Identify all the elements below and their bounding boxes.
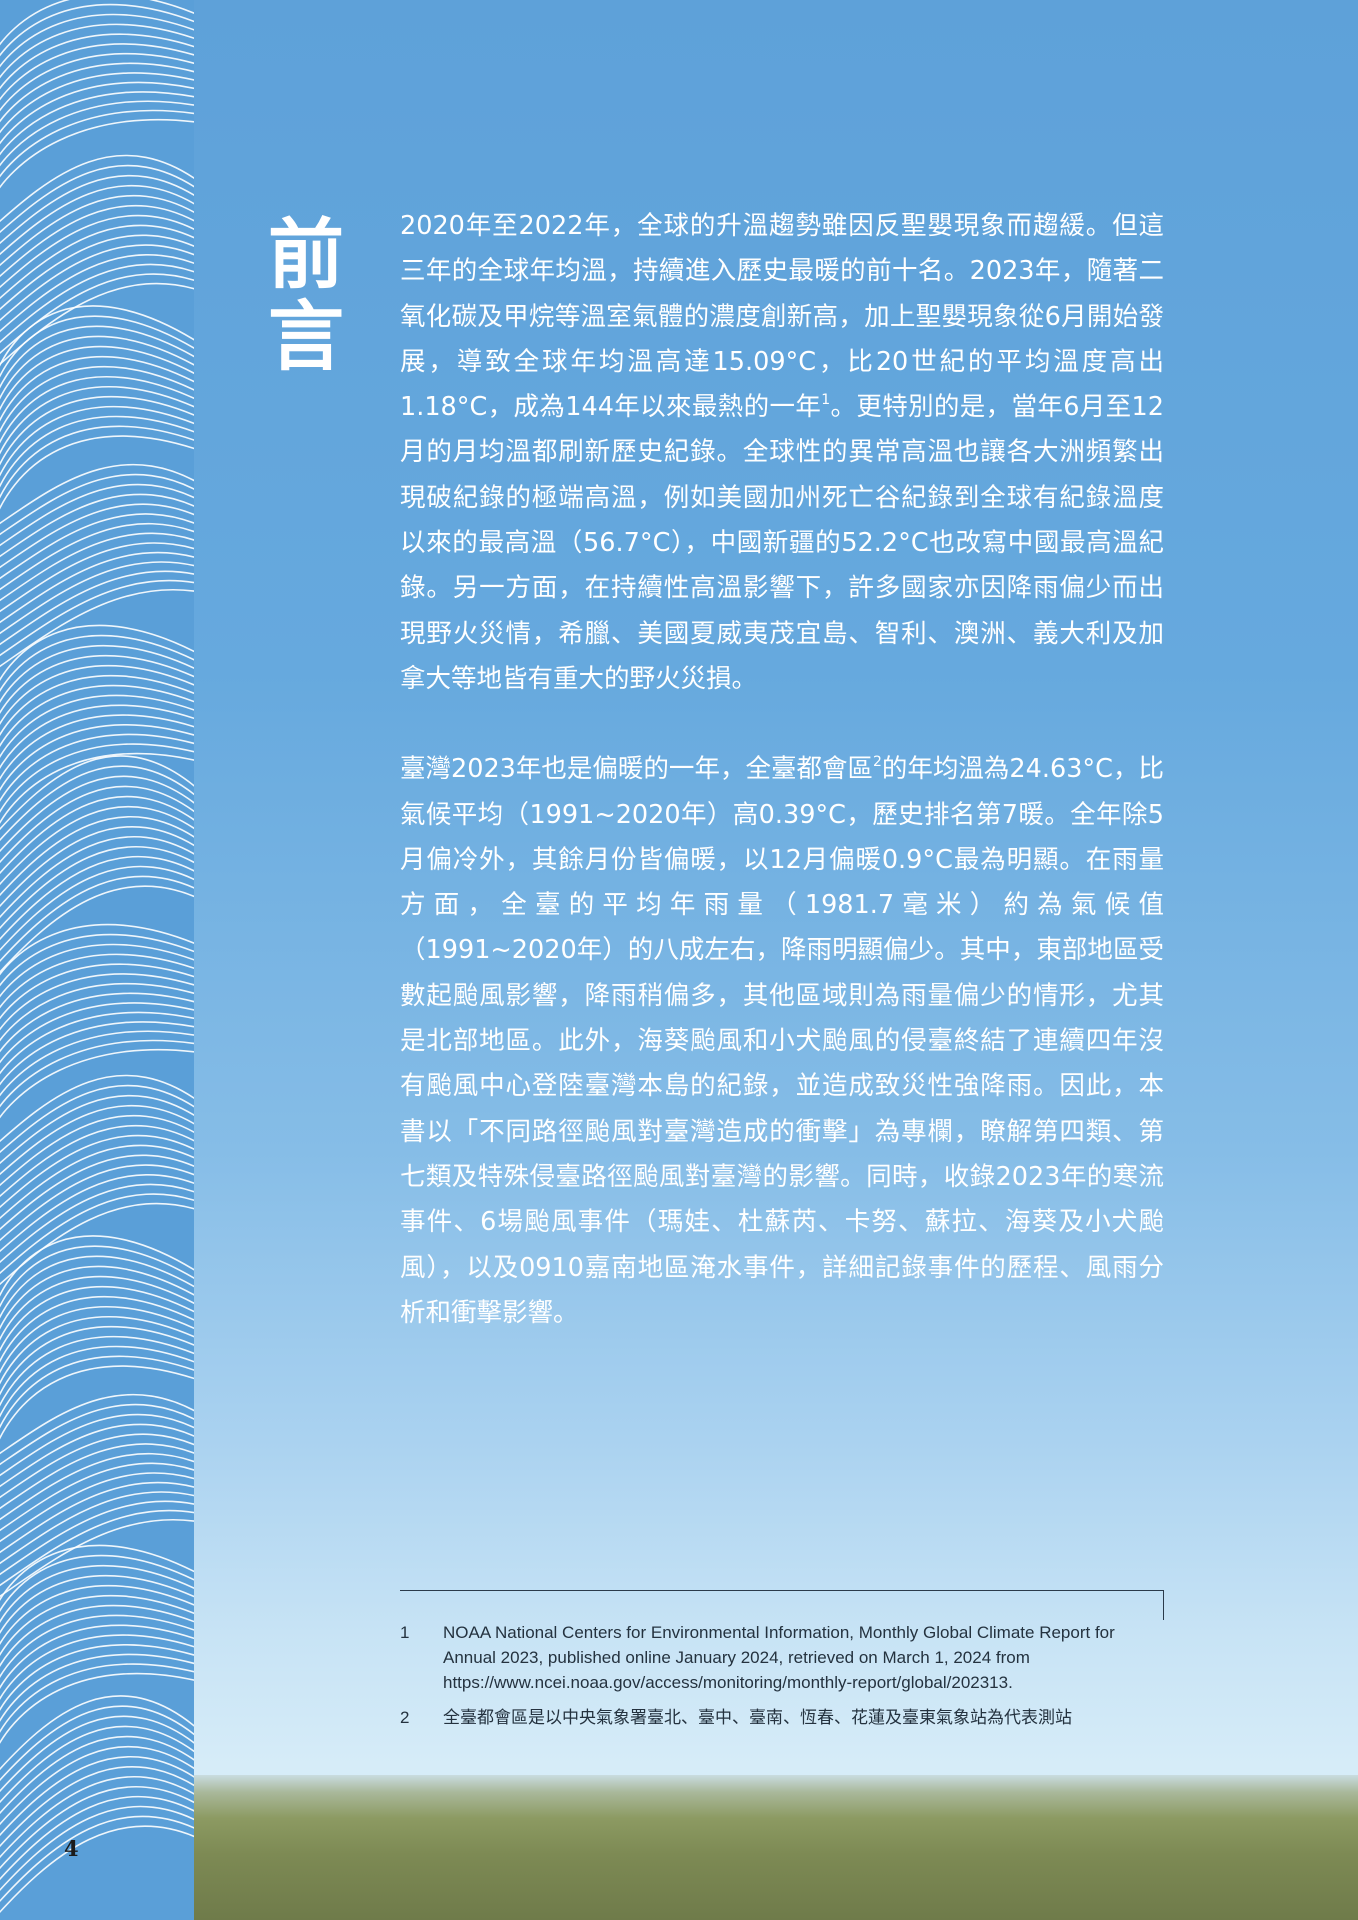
wave-line [0, 855, 194, 941]
paragraph-1-text-a: 2020年至2022年，全球的升溫趨勢雖因反聖嬰現象而趨緩。但這三年的全球年均溫… [400, 211, 1164, 423]
wave-line [0, 755, 194, 831]
wave-line [0, 1500, 194, 1576]
wave-line [0, 1335, 194, 1407]
page-title: 前 言 [268, 214, 344, 378]
footnote-number: 2 [400, 1708, 410, 1727]
wave-line [0, 1705, 194, 1782]
wave-line [0, 366, 194, 433]
wave-line [0, 1825, 194, 1914]
wave-line [0, 1544, 194, 1602]
wave-line [0, 561, 194, 635]
page-title-char-2: 言 [268, 292, 344, 381]
paragraph-2-text-b: 的年均溫為24.63°C，比氣候平均（1991~2020年）高0.39°C，歷史… [400, 754, 1164, 1328]
wave-group [0, 463, 194, 668]
wave-line [0, 1413, 194, 1477]
wave-line [0, 1805, 194, 1892]
page-number: 4 [64, 1836, 79, 1861]
wave-line [0, 1766, 194, 1848]
wave-line [0, 624, 194, 682]
wave-line [0, 1756, 194, 1837]
paragraph-2-text-a: 臺灣2023年也是偏暖的一年，全臺都會區 [400, 754, 873, 785]
wave-line [0, 1594, 194, 1657]
wave-line [0, 1365, 194, 1440]
footnote-ref-2: 2 [872, 753, 882, 770]
wave-line [0, 1815, 194, 1903]
footnote-1: 1 NOAA National Centers for Environmenta… [400, 1620, 1164, 1695]
paragraph-2: 臺灣2023年也是偏暖的一年，全臺都會區2的年均溫為24.63°C，比氣候平均（… [400, 747, 1164, 1336]
footnote-number: 1 [400, 1623, 410, 1642]
wave-group [0, 154, 194, 366]
preface-body: 2020年至2022年，全球的升溫趨勢雖因反聖嬰現象而趨緩。但這三年的全球年均溫… [400, 204, 1164, 1336]
paragraph-1-text-b: 。更特別的是，當年6月至12月的月均溫都刷新歷史紀錄。全球性的異常高溫也讓各大洲… [400, 392, 1164, 694]
wave-line [0, 1325, 194, 1396]
wave-line [0, 483, 194, 547]
wave-line [0, 395, 194, 466]
wave-line [0, 816, 194, 897]
wave-line [0, 684, 194, 748]
wave-line [0, 579, 194, 657]
wave-line [0, 1715, 194, 1793]
page-title-char-1: 前 [268, 210, 344, 299]
footnote-ref-1: 1 [821, 391, 831, 408]
wave-line [0, 1509, 194, 1587]
wave-line [0, 655, 194, 715]
footnote-divider [400, 1590, 1164, 1591]
paragraph-1: 2020年至2022年，全球的升溫趨勢雖因反聖嬰現象而趨緩。但這三年的全球年均溫… [400, 204, 1164, 702]
footnote-text: NOAA National Centers for Environmental … [443, 1623, 1115, 1692]
wave-line [0, 674, 194, 737]
wave-group [0, 1393, 194, 1598]
wave-line [0, 1030, 194, 1097]
wave-group [0, 1695, 194, 1914]
wave-line [0, 473, 194, 536]
wave-line [0, 1585, 194, 1646]
footnotes: 1 NOAA National Centers for Environmenta… [400, 1620, 1164, 1740]
grassland-photo [194, 1775, 1358, 1920]
wave-line [0, 1575, 194, 1635]
footnote-text: 全臺都會區是以中央氣象署臺北、臺中、臺南、恆春、花蓮及臺東氣象站為代表測站 [443, 1708, 1072, 1727]
wave-line [0, 1403, 194, 1466]
wave-line [0, 1173, 194, 1253]
wave-line [0, 1604, 194, 1668]
wave-line [0, 100, 194, 167]
decorative-wave-pattern [0, 0, 194, 1920]
footnote-2: 2 全臺都會區是以中央氣象署臺北、臺中、臺南、恆春、花蓮及臺東氣象站為代表測站 [400, 1705, 1164, 1730]
wave-line [0, 1296, 194, 1363]
wave-line [0, 826, 194, 908]
footnote-divider-tick [1163, 1590, 1164, 1620]
wave-line [0, 665, 194, 726]
wave-line [0, 1795, 194, 1881]
wave-group [0, 1074, 194, 1286]
wave-line [0, 435, 194, 510]
wave-line [0, 1039, 194, 1108]
wave-group [0, 755, 194, 974]
wave-line [0, 405, 194, 477]
wave-group [0, 1235, 194, 1440]
